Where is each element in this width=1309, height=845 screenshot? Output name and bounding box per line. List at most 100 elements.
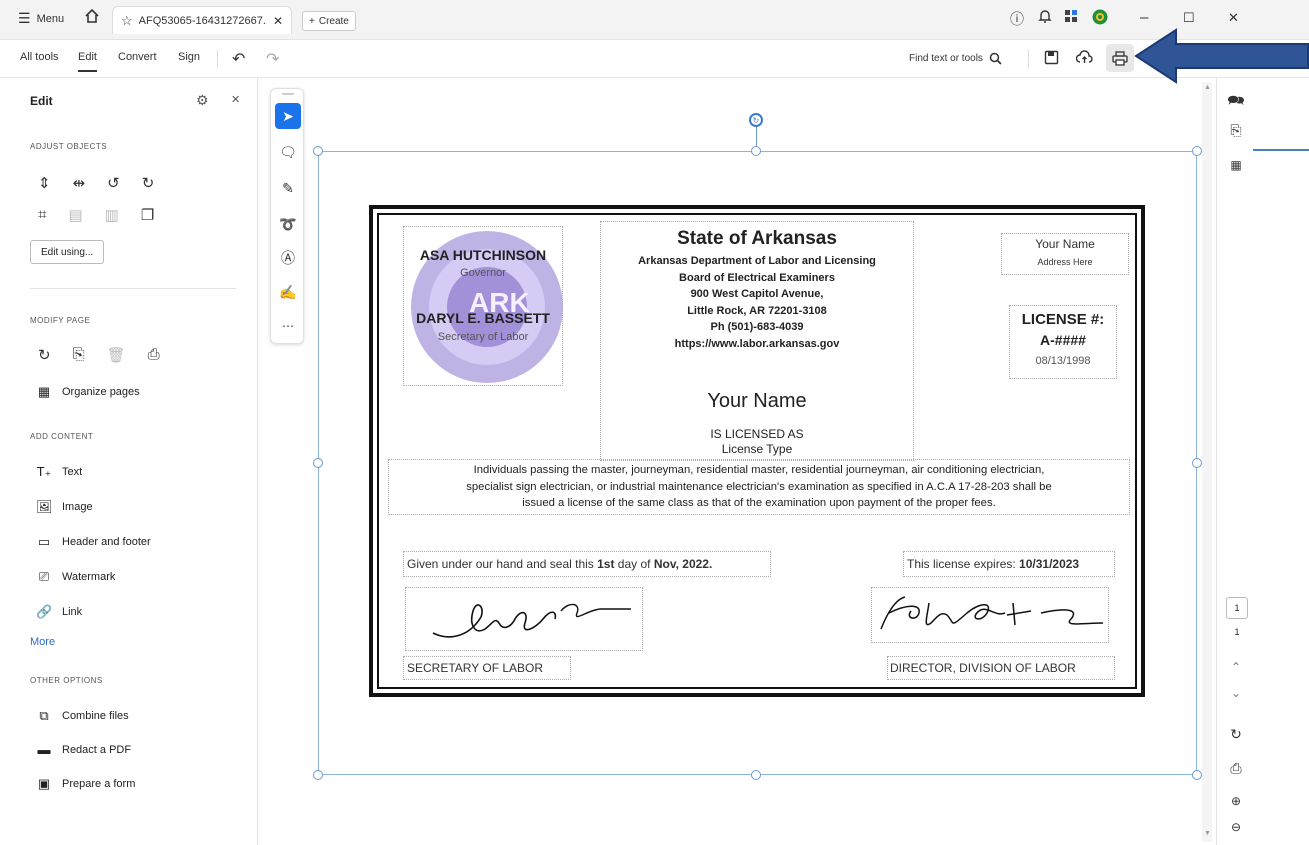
scroll-up-icon[interactable]: ▲ — [1204, 84, 1211, 91]
add-image-label: Image — [62, 501, 93, 513]
plus-icon: + — [309, 15, 315, 27]
header-footer-item[interactable]: ▭ Header and footer — [36, 534, 151, 550]
add-text-item[interactable]: T₊ Text — [36, 464, 83, 480]
palette-grip[interactable] — [282, 93, 294, 95]
find-label: Find text or tools — [909, 53, 983, 64]
resize-handle-bottom-right[interactable] — [1192, 770, 1202, 780]
bell-icon[interactable] — [1038, 9, 1052, 24]
rotate-page-icon[interactable]: ↻ — [38, 346, 51, 364]
flip-icon[interactable]: ⇹ — [73, 174, 86, 192]
edit-using-button[interactable]: Edit using... — [30, 240, 105, 264]
state-title: State of Arkansas — [677, 228, 837, 249]
apps-icon[interactable] — [1064, 9, 1078, 23]
page-number-input[interactable]: 1 — [1226, 597, 1248, 619]
document-tab[interactable]: ☆ AFQ53065-16431272667... ✕ — [112, 6, 292, 34]
expires-date: 10/31/2023 — [1019, 557, 1080, 571]
select-tool-icon[interactable]: ➤ — [275, 103, 301, 129]
dept-line: 900 West Capitol Avenue, — [690, 288, 824, 300]
tab-sign[interactable]: Sign — [178, 51, 200, 63]
home-button[interactable] — [84, 8, 100, 24]
rotate-handle-icon[interactable]: ↻ — [749, 113, 763, 127]
resize-handle-top-right[interactable] — [1192, 146, 1202, 156]
watermark-icon: ⎚ — [38, 569, 50, 584]
form-icon: ▣ — [37, 776, 51, 791]
align-icon[interactable]: ⇕ — [38, 174, 51, 192]
printer-icon — [1112, 50, 1128, 66]
tool-palette: ➤ 🗨 ✎ ➰ Ⓐ ✍ ⋯ — [270, 88, 304, 344]
create-label: Create — [318, 15, 349, 27]
arrange-icon[interactable]: ▥ — [105, 206, 119, 224]
governor-title: Governor — [460, 267, 506, 279]
close-panel-icon[interactable]: ✕ — [231, 93, 240, 106]
given-day: 1st — [597, 557, 615, 571]
dept-line: Arkansas Department of Labor and Licensi… — [638, 255, 876, 267]
resize-handle-bottom[interactable] — [751, 770, 761, 780]
next-page-icon[interactable]: ⌄ — [1226, 686, 1246, 700]
prepare-form-item[interactable]: ▣ Prepare a form — [36, 776, 136, 792]
more-tools-icon[interactable]: ⋯ — [275, 313, 301, 339]
tab-edit[interactable]: Edit — [78, 51, 97, 72]
help-icon[interactable]: ⓘ — [1010, 9, 1024, 29]
find-tools[interactable]: Find text or tools — [909, 52, 1002, 65]
more-link[interactable]: More — [30, 636, 55, 648]
rotate-right-icon[interactable]: ↻ — [142, 174, 155, 192]
scroll-down-icon[interactable]: ▼ — [1204, 830, 1211, 837]
undo-icon[interactable]: ↶ — [232, 49, 245, 69]
organize-pages-item[interactable]: ▦ Organize pages — [36, 384, 140, 400]
resize-handle-left[interactable] — [313, 458, 323, 468]
insert-page-icon[interactable]: ⎘ — [73, 346, 85, 364]
organize-pages-icon: ▦ — [37, 384, 51, 399]
maximize-button[interactable]: ☐ — [1183, 10, 1195, 26]
extract-page-icon[interactable]: ⎙ — [148, 346, 160, 364]
gear-icon[interactable]: ⚙ — [196, 92, 209, 109]
paragraph-line: specialist sign electrician, or industri… — [466, 480, 1052, 493]
text-box-tool-icon[interactable]: Ⓐ — [275, 245, 301, 271]
image-icon: 🖼 — [36, 499, 53, 514]
close-window-button[interactable]: ✕ — [1228, 10, 1239, 26]
tab-convert[interactable]: Convert — [118, 51, 157, 63]
vertical-scrollbar[interactable]: ▲ ▼ — [1202, 82, 1212, 842]
combine-files-icon: ⧉ — [39, 708, 49, 723]
thumbnails-icon[interactable]: ▦ — [1226, 158, 1246, 172]
resize-handle-top[interactable] — [751, 146, 761, 156]
save-icon[interactable] — [1044, 50, 1059, 70]
avatar[interactable] — [1092, 9, 1108, 25]
tab-all-tools[interactable]: All tools — [20, 51, 59, 63]
combine-files-item[interactable]: ⧉ Combine files — [36, 708, 129, 724]
prepare-form-label: Prepare a form — [62, 778, 136, 790]
draw-tool-icon[interactable]: ➰ — [275, 211, 301, 237]
zoom-in-icon[interactable]: ⊕ — [1226, 794, 1246, 808]
redact-item[interactable]: ▬ Redact a PDF — [36, 742, 132, 757]
add-text-label: Text — [62, 466, 83, 478]
star-icon[interactable]: ☆ — [121, 13, 133, 29]
pen-tool-icon[interactable]: ✎ — [275, 175, 301, 201]
redo-icon[interactable]: ↷ — [266, 49, 279, 69]
add-image-item[interactable]: 🖼 Image — [36, 499, 93, 515]
menu-button[interactable]: ☰ Menu — [18, 10, 64, 27]
resize-handle-top-left[interactable] — [313, 146, 323, 156]
fit-page-icon[interactable]: ⎙ — [1226, 760, 1246, 777]
watermark-item[interactable]: ⎚ Watermark — [36, 569, 116, 585]
rotate-left-icon[interactable]: ↺ — [107, 174, 120, 192]
upload-cloud-icon[interactable] — [1075, 50, 1093, 70]
zoom-out-icon[interactable]: ⊖ — [1226, 820, 1246, 834]
rotate-view-icon[interactable]: ↻ — [1226, 726, 1246, 743]
resize-handle-right[interactable] — [1192, 458, 1202, 468]
tab-title: AFQ53065-16431272667... — [138, 14, 267, 27]
print-button[interactable] — [1106, 44, 1134, 72]
comment-tool-icon[interactable]: 🗨 — [275, 139, 301, 165]
delete-page-icon[interactable]: 🗑 — [107, 346, 126, 364]
share-icon[interactable]: ⎘ — [1226, 122, 1246, 139]
link-item[interactable]: 🔗 Link — [36, 604, 82, 620]
layers-icon[interactable]: ❐ — [141, 206, 154, 224]
replace-image-icon[interactable]: ▤ — [68, 206, 82, 224]
previous-page-icon[interactable]: ⌃ — [1226, 660, 1246, 674]
stamp-tool-icon[interactable]: ✍ — [275, 279, 301, 305]
crop-icon[interactable]: ⌗ — [38, 206, 46, 224]
comments-icon[interactable]: 🗪 — [1226, 90, 1246, 114]
create-button[interactable]: + Create — [302, 11, 356, 31]
resize-handle-bottom-left[interactable] — [313, 770, 323, 780]
combine-files-label: Combine files — [62, 710, 129, 722]
minimize-button[interactable]: – — [1140, 9, 1148, 26]
close-tab-icon[interactable]: ✕ — [273, 14, 283, 28]
